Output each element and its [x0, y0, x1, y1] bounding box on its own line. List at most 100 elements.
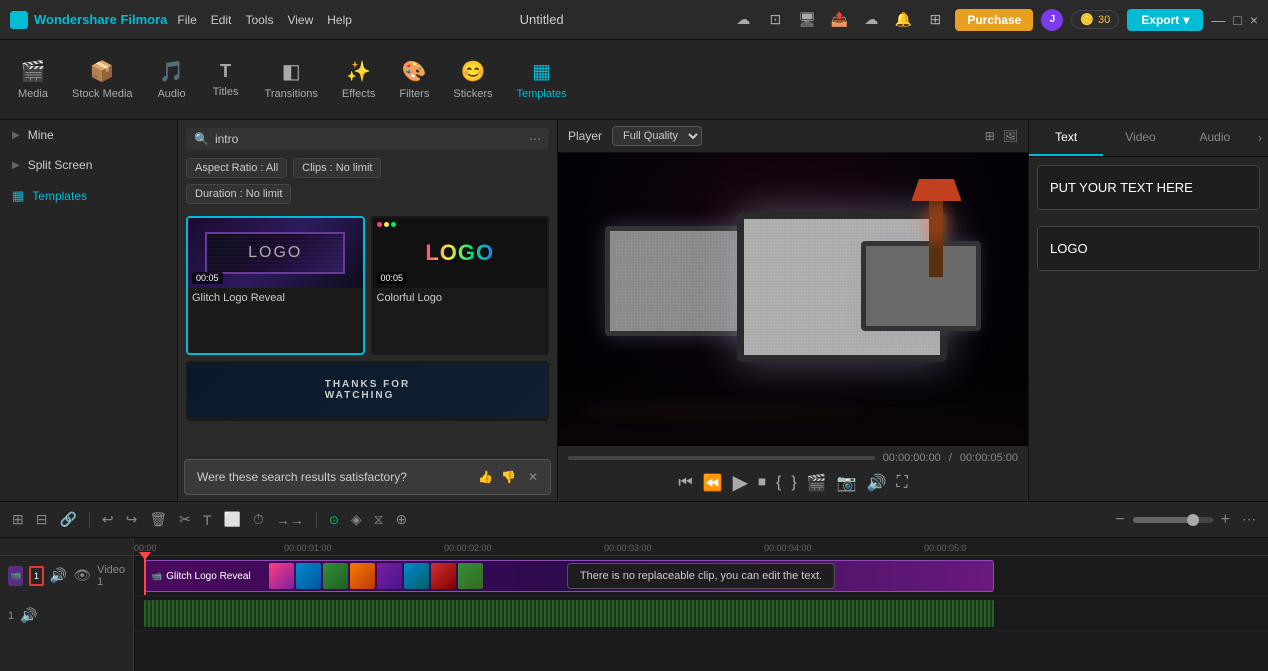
templates-grid: LOGO 00:05 Glitch Logo Reveal LOGO	[178, 210, 557, 471]
mark-in-button[interactable]: {	[776, 474, 781, 492]
tool-templates[interactable]: ▦ Templates	[506, 51, 576, 108]
audio-speaker-icon[interactable]: 🔊	[20, 607, 37, 624]
tl-group-btn[interactable]: ⊞	[8, 509, 28, 530]
maximize-button[interactable]: □	[1233, 12, 1241, 28]
tool-titles-label: Titles	[213, 86, 239, 98]
tl-zoom-in-btn[interactable]: +	[1217, 509, 1234, 531]
tool-filters[interactable]: 🎨 Filters	[389, 51, 439, 108]
progress-bar[interactable]	[568, 456, 875, 460]
menu-tools[interactable]: Tools	[245, 13, 273, 27]
aspect-ratio-filter[interactable]: Aspect Ratio : All	[186, 158, 287, 178]
track-number: 1	[34, 571, 39, 581]
cloud2-icon[interactable]: ☁	[859, 8, 883, 32]
prev-frame-button[interactable]: ⏮	[678, 474, 692, 492]
template-card-thanks[interactable]: THANKS FORWATCHING	[186, 361, 549, 421]
left-item-split-screen[interactable]: ▶ Split Screen	[0, 150, 177, 180]
left-item-mine[interactable]: ▶ Mine	[0, 120, 177, 150]
export-button[interactable]: Export ▾	[1127, 9, 1203, 31]
tool-stock-media[interactable]: 📦 Stock Media	[62, 51, 143, 108]
player-header: Player Full Quality ⊞ 🖼	[558, 120, 1028, 153]
ruler-mark-2: 00:00:02:00	[444, 543, 492, 553]
share-icon[interactable]: 📤	[827, 8, 851, 32]
tl-undo-btn[interactable]: ↩	[98, 509, 118, 530]
tl-text-btn[interactable]: T	[199, 510, 216, 530]
quality-select[interactable]: Full Quality	[612, 126, 702, 146]
tab-text[interactable]: Text	[1029, 120, 1103, 156]
tl-snap-btn[interactable]: ⊙	[325, 511, 343, 529]
tab-video[interactable]: Video	[1103, 120, 1177, 156]
menu-view[interactable]: View	[287, 13, 313, 27]
video-track-icon: 📹	[8, 566, 23, 586]
close-button[interactable]: ×	[1250, 12, 1258, 28]
tl-zoom-out-btn[interactable]: −	[1111, 509, 1128, 531]
volume-button[interactable]: 🔊	[867, 473, 887, 493]
tl-delete-btn[interactable]: 🗑	[145, 509, 171, 530]
grid-icon[interactable]: ⊞	[923, 8, 947, 32]
tl-link-btn[interactable]: 🔗	[55, 509, 80, 530]
thumbs-down-icon[interactable]: 👎	[501, 470, 516, 484]
restore-icon[interactable]: ⊡	[763, 8, 787, 32]
search-input[interactable]	[215, 132, 523, 146]
player-image-icon[interactable]: 🖼	[1003, 129, 1018, 143]
tab-audio[interactable]: Audio	[1178, 120, 1252, 156]
menu-bar: File Edit Tools View Help	[177, 13, 352, 27]
tl-more-options-btn[interactable]: ⋯	[1238, 509, 1260, 530]
stop-button[interactable]: ⏹	[758, 474, 766, 492]
text-box-main[interactable]: PUT YOUR TEXT HERE	[1037, 165, 1260, 210]
snapshot-button[interactable]: 📷	[837, 473, 857, 493]
track-number-box: 1	[29, 566, 44, 586]
minimize-button[interactable]: —	[1211, 12, 1225, 28]
tool-effects-label: Effects	[342, 88, 375, 100]
play-button[interactable]: ▶	[733, 470, 748, 495]
text-box-logo[interactable]: LOGO	[1037, 226, 1260, 271]
left-item-templates[interactable]: ▦ Templates	[0, 180, 177, 212]
right-tab-arrow[interactable]: ›	[1252, 120, 1268, 156]
tool-titles[interactable]: T Titles	[201, 53, 251, 106]
tl-clip-btn[interactable]: ⬜	[219, 509, 244, 530]
tl-cut-btn[interactable]: ✂	[175, 509, 195, 530]
cloud-icon[interactable]: ☁	[731, 8, 755, 32]
video-background	[558, 153, 1028, 446]
tool-audio[interactable]: 🎵 Audio	[147, 51, 197, 108]
tl-speed-btn[interactable]: ⏱	[249, 509, 268, 530]
tl-motion-btn[interactable]: →→	[272, 510, 308, 530]
tool-transitions[interactable]: ◧ Transitions	[255, 51, 328, 108]
monitor-icon[interactable]: 🖥	[795, 8, 819, 32]
bell-icon[interactable]: 🔔	[891, 8, 915, 32]
mark-out-button[interactable]: }	[791, 474, 796, 492]
menu-help[interactable]: Help	[327, 13, 352, 27]
track-view-btn[interactable]: 👁	[73, 567, 91, 584]
tl-keyframe-btn[interactable]: ⧖	[370, 509, 388, 530]
left-arrow-split: ▶	[12, 160, 20, 171]
titlebar-right: ☁ ⊡ 🖥 📤 ☁ 🔔 ⊞ Purchase J 🪙 30 Export ▾ —…	[731, 8, 1258, 32]
menu-file[interactable]: File	[177, 13, 196, 27]
tl-mark-btn[interactable]: ◈	[347, 509, 366, 530]
clips-filter[interactable]: Clips : No limit	[293, 158, 381, 178]
tool-media[interactable]: 🎬 Media	[8, 51, 58, 108]
template-card-glitch[interactable]: LOGO 00:05 Glitch Logo Reveal	[186, 216, 365, 355]
track-speaker-btn[interactable]: 🔊	[50, 567, 67, 584]
ruler-mark-5: 00:00:05:0	[924, 543, 967, 553]
feedback-close-button[interactable]: ✕	[528, 470, 538, 484]
options-icon[interactable]: ⋯	[529, 132, 541, 146]
fullscreen-button[interactable]: ⛶	[896, 474, 907, 492]
clip-button[interactable]: 🎬	[807, 473, 827, 493]
tl-more-btn[interactable]: ⊕	[391, 509, 411, 530]
duration-filter[interactable]: Duration : No limit	[186, 184, 291, 204]
purchase-button[interactable]: Purchase	[955, 9, 1033, 31]
tl-ungroup-btn[interactable]: ⊟	[32, 509, 52, 530]
left-arrow-mine: ▶	[12, 130, 20, 141]
step-back-button[interactable]: ⏪	[703, 473, 723, 493]
stickers-icon: 😊	[460, 59, 485, 84]
tl-redo-btn[interactable]: ↪	[122, 509, 142, 530]
player-grid-icon[interactable]: ⊞	[985, 129, 995, 143]
menu-edit[interactable]: Edit	[211, 13, 232, 27]
template-card-colorful[interactable]: LOGO 00:05 Colorful Logo	[371, 216, 550, 355]
tool-effects[interactable]: ✨ Effects	[332, 51, 385, 108]
thumbs-up-icon[interactable]: 👍	[478, 470, 493, 484]
export-label: Export	[1141, 13, 1179, 27]
stock-media-icon: 📦	[90, 59, 115, 84]
templates-list-icon: ▦	[12, 188, 24, 204]
tl-zoom-slider[interactable]	[1133, 517, 1213, 523]
tool-stickers[interactable]: 😊 Stickers	[443, 51, 502, 108]
